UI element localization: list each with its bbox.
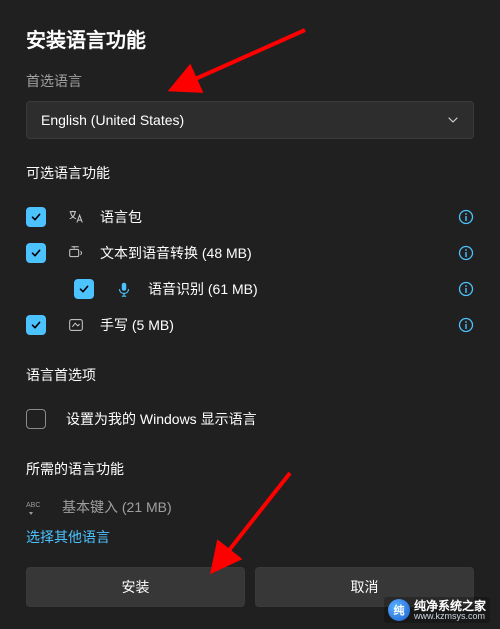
basic-typing-label: 基本键入 (21 MB) <box>62 497 172 517</box>
svg-text:ABC: ABC <box>26 502 40 509</box>
feature-speech-checkbox[interactable] <box>74 279 94 299</box>
watermark-text-cn: 纯净系统之家 <box>414 600 486 612</box>
language-pack-icon <box>66 207 86 227</box>
info-icon[interactable] <box>458 281 474 297</box>
choose-other-language-link[interactable]: 选择其他语言 <box>26 527 110 547</box>
feature-tts-checkbox[interactable] <box>26 243 46 263</box>
install-language-dialog: 安装语言功能 首选语言 English (United States) 可选语言… <box>0 0 500 567</box>
preferred-language-label: 首选语言 <box>26 71 474 91</box>
optional-features-list: 语言包 文本到语音转换 (48 MB) <box>26 199 474 343</box>
feature-speech: 语音识别 (61 MB) <box>26 271 474 307</box>
chevron-down-icon <box>447 114 459 126</box>
optional-features-heading: 可选语言功能 <box>26 163 474 183</box>
watermark-text-url: www.kzmsys.com <box>414 612 486 621</box>
set-display-language-checkbox[interactable] <box>26 409 46 429</box>
feature-language-pack-checkbox[interactable] <box>26 207 46 227</box>
feature-label: 文本到语音转换 (48 MB) <box>100 243 458 263</box>
info-icon[interactable] <box>458 245 474 261</box>
mic-icon <box>114 279 134 299</box>
handwriting-icon <box>66 315 86 335</box>
feature-handwriting-checkbox[interactable] <box>26 315 46 335</box>
install-button[interactable]: 安装 <box>26 567 245 607</box>
preferred-language-value: English (United States) <box>41 112 184 128</box>
language-prefs-heading: 语言首选项 <box>26 365 474 385</box>
feature-language-pack: 语言包 <box>26 199 474 235</box>
feature-label: 语言包 <box>100 207 458 227</box>
feature-label: 手写 (5 MB) <box>100 315 458 335</box>
preferred-language-dropdown[interactable]: English (United States) <box>26 101 474 139</box>
feature-label: 语音识别 (61 MB) <box>148 279 458 299</box>
dialog-title: 安装语言功能 <box>26 24 474 53</box>
info-icon[interactable] <box>458 209 474 225</box>
required-basic-typing: ABC 基本键入 (21 MB) <box>26 495 474 527</box>
feature-handwriting: 手写 (5 MB) <box>26 307 474 343</box>
required-features-heading: 所需的语言功能 <box>26 459 474 479</box>
set-display-language-row: 设置为我的 Windows 显示语言 <box>26 401 474 437</box>
basic-typing-icon: ABC <box>26 498 48 516</box>
watermark: 纯 纯净系统之家 www.kzmsys.com <box>384 597 490 623</box>
watermark-logo-icon: 纯 <box>388 599 410 621</box>
info-icon[interactable] <box>458 317 474 333</box>
feature-tts: 文本到语音转换 (48 MB) <box>26 235 474 271</box>
tts-icon <box>66 243 86 263</box>
set-display-language-label: 设置为我的 Windows 显示语言 <box>66 409 257 429</box>
